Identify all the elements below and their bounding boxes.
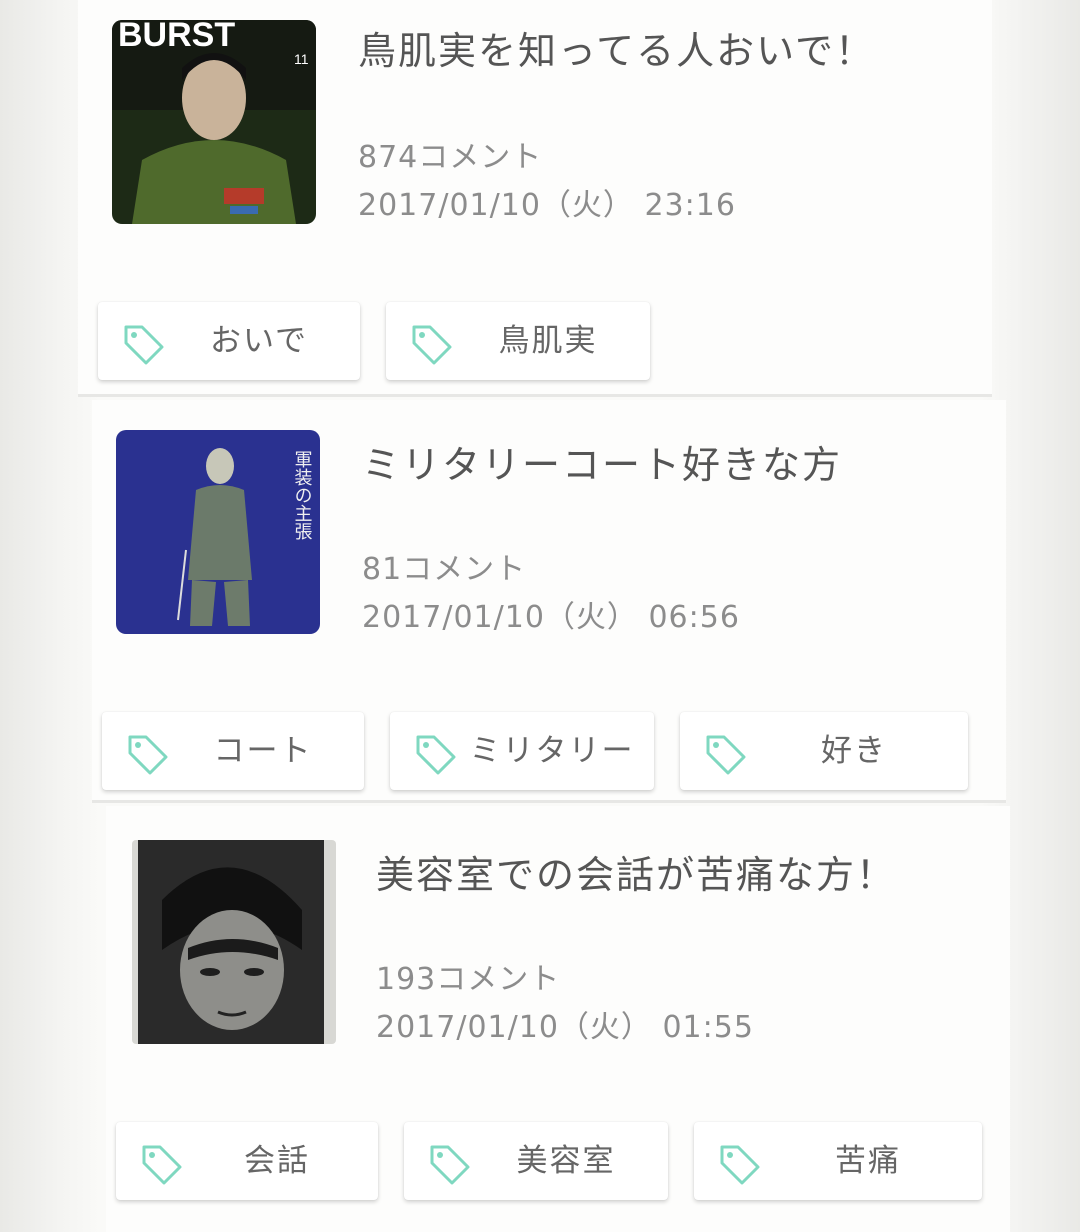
tag-label: 美容室 [516, 1143, 616, 1179]
tag-label: 鳥肌実 [498, 323, 598, 359]
tag-label: 会話 [244, 1143, 310, 1179]
tag-button-military[interactable]: ミリタリー [390, 712, 654, 790]
topic-title[interactable]: 鳥肌実を知ってる人おいで！ [358, 20, 875, 75]
tag-button-oide[interactable]: おいで [98, 302, 360, 380]
topic-thumbnail[interactable]: 軍装の主張 [116, 430, 320, 634]
tag-icon [128, 735, 168, 775]
tag-icon [416, 735, 456, 775]
tag-label: 苦痛 [835, 1143, 901, 1179]
topic-title[interactable]: 美容室での会話が苦痛な方！ [376, 844, 896, 899]
tag-icon [706, 735, 746, 775]
tag-button-kaiwa[interactable]: 会話 [116, 1122, 378, 1200]
magazine-cover-image: BURST 11 [112, 20, 316, 224]
tag-button-biyoushitsu[interactable]: 美容室 [404, 1122, 668, 1200]
comment-count: 81コメント [362, 552, 527, 587]
issue-number: 11 [294, 51, 309, 67]
topic-thumbnail[interactable] [132, 840, 336, 1044]
tag-label: 好き [821, 733, 887, 769]
tag-button-torihada[interactable]: 鳥肌実 [386, 302, 650, 380]
post-date: 2017/01/10（火） 06:56 [362, 600, 740, 635]
comment-count: 874コメント [358, 140, 543, 175]
comment-count: 193コメント [376, 962, 561, 997]
portrait-photo [132, 840, 336, 1044]
tag-icon [142, 1145, 182, 1185]
tag-label: ミリタリー [469, 733, 635, 769]
topic-thumbnail[interactable]: BURST 11 [112, 20, 316, 224]
tag-icon [124, 325, 164, 365]
masthead-text: BURST [118, 20, 235, 54]
tag-button-suki[interactable]: 好き [680, 712, 968, 790]
tag-icon [430, 1145, 470, 1185]
divider [92, 800, 1006, 803]
post-date: 2017/01/10（火） 01:55 [376, 1010, 754, 1045]
tag-label: おいで [209, 323, 309, 359]
tag-button-kutsuu[interactable]: 苦痛 [694, 1122, 982, 1200]
cover-caption: 軍装の主張 [292, 450, 313, 541]
tag-label: コート [213, 733, 313, 769]
tag-icon [412, 325, 452, 365]
magazine-cover-image: 軍装の主張 [116, 430, 320, 634]
tag-button-coat[interactable]: コート [102, 712, 364, 790]
post-date: 2017/01/10（火） 23:16 [358, 188, 736, 223]
topic-title[interactable]: ミリタリーコート好きな方 [362, 434, 842, 489]
divider [78, 394, 992, 397]
tag-icon [720, 1145, 760, 1185]
